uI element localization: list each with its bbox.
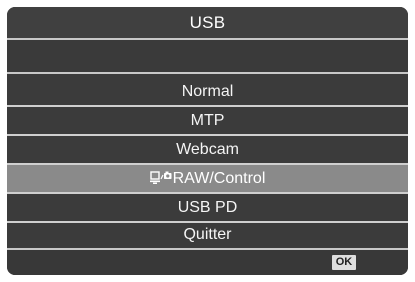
menu-item-raw-control[interactable]: RAW/Control — [7, 165, 408, 192]
button-guide-bar: OK — [7, 250, 408, 275]
menu-item-webcam[interactable]: Webcam — [7, 136, 408, 163]
usb-options-list: Normal MTP Webcam RAW/Control USB PD Qui… — [7, 74, 408, 247]
pc-camera-icon — [149, 171, 172, 185]
menu-item-usb-pd[interactable]: USB PD — [7, 194, 408, 221]
empty-header-row — [7, 40, 408, 72]
menu-item-quitter[interactable]: Quitter — [7, 221, 408, 248]
menu-title: USB — [7, 7, 408, 38]
menu-item-normal[interactable]: Normal — [7, 78, 408, 105]
ok-button[interactable]: OK — [332, 255, 356, 270]
menu-item-label: RAW/Control — [172, 170, 266, 187]
menu-item-mtp[interactable]: MTP — [7, 107, 408, 134]
usb-menu-screen: USB Normal MTP Webcam RAW/Control USB PD… — [7, 7, 408, 275]
